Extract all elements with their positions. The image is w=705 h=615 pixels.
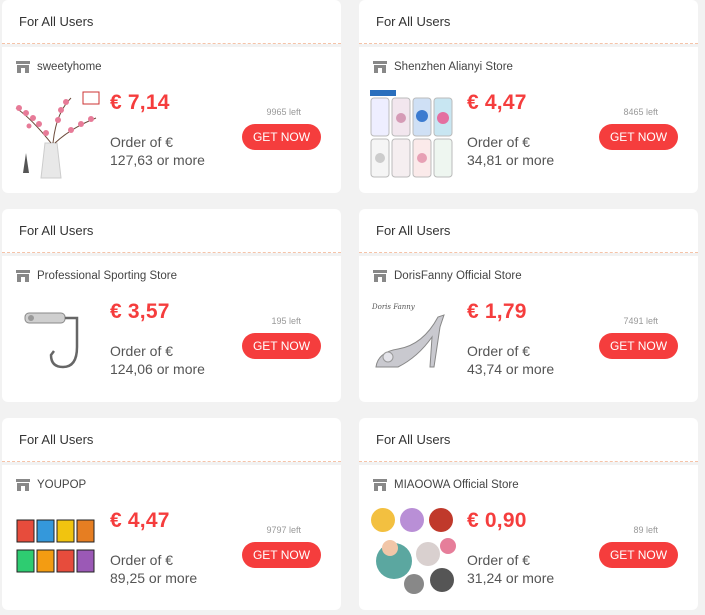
stock-left: 195 left bbox=[271, 316, 301, 326]
coupon-body: YOUPOP € 4,47 Order of € 89,25 or more 9… bbox=[2, 465, 341, 610]
coupon-body: Shenzhen Alianyi Store € 4,47 Order of €… bbox=[359, 47, 698, 193]
store-name: DorisFanny Official Store bbox=[394, 270, 522, 282]
store-name: MIAOOWA Official Store bbox=[394, 479, 519, 491]
stock-left: 9965 left bbox=[266, 107, 301, 117]
store-icon bbox=[16, 479, 30, 491]
get-now-button[interactable]: GET NOW bbox=[242, 124, 321, 150]
get-now-button[interactable]: GET NOW bbox=[599, 542, 678, 568]
coupon-body: MIAOOWA Official Store € 0,90 Order of €… bbox=[359, 465, 698, 610]
coupon-header: For All Users bbox=[359, 209, 698, 253]
coupon-header: For All Users bbox=[2, 209, 341, 253]
store-name: Shenzhen Alianyi Store bbox=[394, 61, 513, 73]
store-icon bbox=[16, 270, 30, 282]
coupon-header: For All Users bbox=[359, 418, 698, 462]
store-icon bbox=[373, 270, 387, 282]
coupon-card: For All Users Professional Sporting Stor… bbox=[2, 209, 341, 402]
stock-left: 9797 left bbox=[266, 525, 301, 535]
order-requirement: Order of € 43,74 or more bbox=[467, 342, 554, 378]
stock-left: 7491 left bbox=[623, 316, 658, 326]
coupon-price: € 1,79 bbox=[467, 300, 527, 323]
store-link[interactable]: MIAOOWA Official Store bbox=[372, 478, 519, 492]
order-requirement: Order of € 31,24 or more bbox=[467, 551, 554, 587]
product-image[interactable] bbox=[368, 88, 459, 179]
order-requirement: Order of € 127,63 or more bbox=[110, 133, 205, 169]
brand-text: Doris Fanny bbox=[371, 303, 416, 311]
coupon-price: € 3,57 bbox=[110, 300, 170, 323]
coupon-price: € 4,47 bbox=[110, 509, 170, 532]
store-icon bbox=[373, 479, 387, 491]
coupon-card: For All Users MIAOOWA Official Store € 0… bbox=[359, 418, 698, 610]
product-image[interactable] bbox=[11, 506, 102, 597]
store-name: Professional Sporting Store bbox=[37, 270, 177, 282]
order-line-2: 127,63 or more bbox=[110, 152, 205, 168]
product-image[interactable]: Doris Fanny bbox=[368, 297, 459, 388]
order-line-1: Order of € bbox=[110, 552, 174, 568]
order-line-2: 43,74 or more bbox=[467, 361, 555, 377]
product-image[interactable] bbox=[368, 506, 459, 597]
coupon-price: € 7,14 bbox=[110, 91, 170, 114]
coupon-card: For All Users DorisFanny Official Store … bbox=[359, 209, 698, 402]
coupon-card: For All Users Shenzhen Alianyi Store € 4… bbox=[359, 0, 698, 193]
order-requirement: Order of € 89,25 or more bbox=[110, 551, 197, 587]
store-name: sweetyhome bbox=[37, 61, 102, 73]
order-requirement: Order of € 34,81 or more bbox=[467, 133, 554, 169]
store-icon bbox=[16, 61, 30, 73]
order-line-2: 89,25 or more bbox=[110, 570, 198, 586]
order-line-2: 31,24 or more bbox=[467, 570, 555, 586]
store-name: YOUPOP bbox=[37, 479, 87, 491]
coupon-price: € 4,47 bbox=[467, 91, 527, 114]
stock-left: 89 left bbox=[633, 525, 658, 535]
store-link[interactable]: Professional Sporting Store bbox=[15, 269, 177, 283]
get-now-button[interactable]: GET NOW bbox=[242, 542, 321, 568]
order-line-2: 34,81 or more bbox=[467, 152, 555, 168]
product-image[interactable] bbox=[11, 297, 102, 388]
get-now-button[interactable]: GET NOW bbox=[599, 333, 678, 359]
order-line-1: Order of € bbox=[110, 343, 174, 359]
coupon-body: sweetyhome € 7,14 Order of € 127,63 or m… bbox=[2, 47, 341, 193]
store-icon bbox=[373, 61, 387, 73]
order-line-1: Order of € bbox=[467, 134, 531, 150]
store-link[interactable]: YOUPOP bbox=[15, 478, 86, 492]
store-link[interactable]: Shenzhen Alianyi Store bbox=[372, 60, 513, 74]
order-line-2: 124,06 or more bbox=[110, 361, 205, 377]
coupon-body: DorisFanny Official Store Doris Fanny € … bbox=[359, 256, 698, 402]
get-now-button[interactable]: GET NOW bbox=[599, 124, 678, 150]
coupon-card: For All Users sweetyhome € 7,14 Order of… bbox=[2, 0, 341, 193]
store-link[interactable]: sweetyhome bbox=[15, 60, 102, 74]
product-image[interactable] bbox=[11, 88, 102, 179]
stock-left: 8465 left bbox=[623, 107, 658, 117]
order-line-1: Order of € bbox=[467, 552, 531, 568]
get-now-button[interactable]: GET NOW bbox=[242, 333, 321, 359]
order-line-1: Order of € bbox=[110, 134, 174, 150]
coupon-price: € 0,90 bbox=[467, 509, 527, 532]
store-link[interactable]: DorisFanny Official Store bbox=[372, 269, 522, 283]
coupon-body: Professional Sporting Store € 3,57 Order… bbox=[2, 256, 341, 402]
coupon-card: For All Users YOUPOP € 4,47 Order of € 8… bbox=[2, 418, 341, 610]
coupon-header: For All Users bbox=[2, 418, 341, 462]
order-requirement: Order of € 124,06 or more bbox=[110, 342, 205, 378]
coupon-header: For All Users bbox=[359, 0, 698, 44]
coupon-header: For All Users bbox=[2, 0, 341, 44]
order-line-1: Order of € bbox=[467, 343, 531, 359]
